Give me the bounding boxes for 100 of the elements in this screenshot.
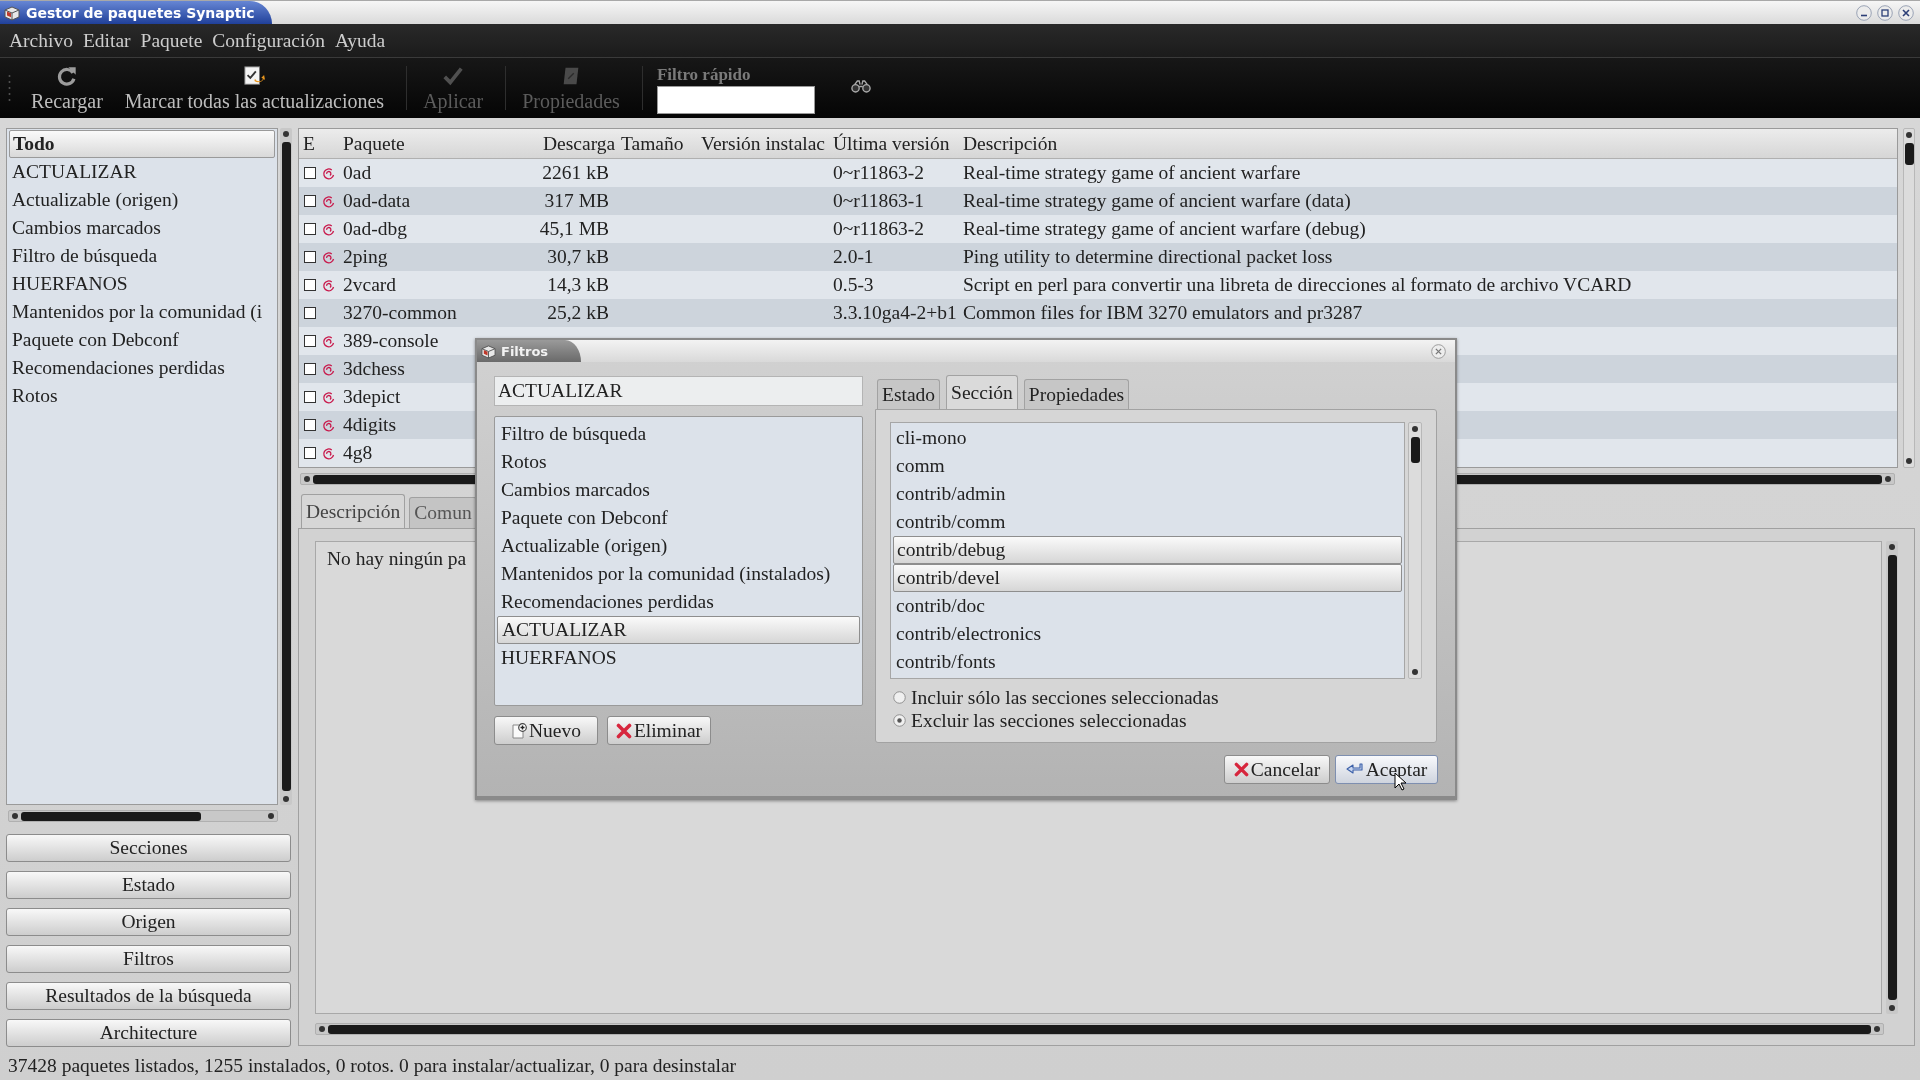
- filter-list-item[interactable]: Mantenidos por la comunidad (instalados): [497, 560, 860, 588]
- filter-list-item[interactable]: ACTUALIZAR: [497, 616, 860, 644]
- table-cell: 0~r11863-1: [833, 190, 925, 212]
- filter-list-item[interactable]: Recomendaciones perdidas: [497, 588, 860, 616]
- filter-list-item[interactable]: Mantenidos por la comunidad (i: [9, 298, 275, 326]
- minimize-icon[interactable]: [1856, 4, 1872, 21]
- filter-list-item[interactable]: Paquete con Debconf: [497, 504, 860, 532]
- checkbox[interactable]: [304, 391, 316, 403]
- menu-item[interactable]: Paquete: [140, 29, 203, 52]
- table-cell: 2ping: [343, 246, 388, 268]
- filter-list-item[interactable]: Todo: [9, 130, 275, 158]
- section-list-item[interactable]: contrib/electronics: [893, 620, 1402, 648]
- table-cell: 0~r11863-2: [833, 162, 925, 184]
- table-cell: 3270-common: [343, 302, 457, 324]
- radio-option[interactable]: Incluir sólo las secciones seleccionadas: [893, 686, 1422, 709]
- vertical-scrollbar[interactable]: [1408, 422, 1422, 679]
- menu-item[interactable]: Archivo: [9, 29, 73, 52]
- view-button[interactable]: Architecture: [6, 1019, 291, 1047]
- menu-item[interactable]: Editar: [82, 29, 131, 52]
- column-header[interactable]: Última versión: [829, 129, 959, 158]
- table-cell: 0~r11863-2: [833, 218, 925, 240]
- checkbox[interactable]: [304, 335, 316, 347]
- horizontal-scrollbar[interactable]: [8, 810, 278, 822]
- tab[interactable]: Comun: [409, 497, 477, 528]
- tab[interactable]: Sección: [946, 375, 1018, 409]
- tab[interactable]: Propiedades: [1023, 379, 1130, 409]
- horizontal-scrollbar[interactable]: [315, 1023, 1884, 1035]
- radio-option[interactable]: Excluir las secciones seleccionadas: [893, 709, 1422, 732]
- table-cell: Real-time strategy game of ancient warfare (data): [963, 190, 1351, 212]
- cross-icon: [1233, 762, 1249, 777]
- checkbox[interactable]: [304, 195, 316, 207]
- cross-icon: [615, 722, 632, 739]
- table-cell: 4g8: [343, 442, 373, 464]
- new-document-icon: [511, 722, 527, 739]
- menu-item[interactable]: Configuración: [212, 29, 325, 52]
- toolbar-button[interactable]: Marcar todas las actualizaciones: [116, 58, 393, 118]
- close-icon[interactable]: [1431, 343, 1446, 359]
- close-icon[interactable]: [1898, 4, 1914, 21]
- view-button[interactable]: Secciones: [6, 834, 291, 862]
- filter-list-item[interactable]: HUERFANOS: [497, 644, 860, 672]
- checkbox[interactable]: [304, 447, 316, 459]
- checkbox[interactable]: [304, 251, 316, 263]
- view-button[interactable]: Filtros: [6, 945, 291, 973]
- filter-list-item[interactable]: HUERFANOS: [9, 270, 275, 298]
- vertical-scrollbar[interactable]: [280, 128, 292, 805]
- filter-list-item[interactable]: Actualizable (origen): [9, 186, 275, 214]
- toolbar-button[interactable]: Recargar: [23, 58, 111, 118]
- tab[interactable]: Descripción: [301, 494, 406, 528]
- checkbox[interactable]: [304, 167, 316, 179]
- column-header[interactable]: Tamaño: [617, 129, 697, 158]
- filter-name-field[interactable]: ACTUALIZAR: [494, 376, 863, 406]
- checkbox[interactable]: [304, 363, 316, 375]
- binoculars-icon[interactable]: [850, 79, 871, 93]
- checkbox[interactable]: [304, 279, 316, 291]
- section-list-item[interactable]: cli-mono: [893, 424, 1402, 452]
- vertical-scrollbar[interactable]: [1886, 541, 1898, 1014]
- section-list-item[interactable]: contrib/comm: [893, 508, 1402, 536]
- table-cell: 4digits: [343, 414, 397, 436]
- checkbox[interactable]: [304, 307, 316, 319]
- column-header[interactable]: Paquete: [339, 129, 539, 158]
- view-button[interactable]: Estado: [6, 871, 291, 899]
- checkbox[interactable]: [304, 419, 316, 431]
- maximize-icon[interactable]: [1877, 4, 1893, 21]
- view-button[interactable]: Resultados de la búsqueda: [6, 982, 291, 1010]
- section-list-item[interactable]: contrib/fonts: [893, 648, 1402, 676]
- dialog-button[interactable]: Eliminar: [607, 716, 711, 745]
- checkbox[interactable]: [304, 223, 316, 235]
- section-list-item[interactable]: contrib/debug: [893, 536, 1402, 564]
- filter-list-item[interactable]: Rotos: [9, 382, 275, 410]
- dialog-button[interactable]: Nuevo: [494, 716, 598, 745]
- quick-filter-field[interactable]: [656, 86, 815, 114]
- table-cell: 45,1 MB: [539, 218, 609, 240]
- column-header[interactable]: Versión instalac: [697, 129, 829, 158]
- section-list-item[interactable]: contrib/admin: [893, 480, 1402, 508]
- filter-list-item[interactable]: Recomendaciones perdidas: [9, 354, 275, 382]
- view-button[interactable]: Origen: [6, 908, 291, 936]
- table-cell: 3.3.10ga4-2+b1: [833, 302, 957, 324]
- filter-list-item[interactable]: Cambios marcados: [9, 214, 275, 242]
- section-list-item[interactable]: comm: [893, 452, 1402, 480]
- filter-list-item[interactable]: Cambios marcados: [497, 476, 860, 504]
- menu-item[interactable]: Ayuda: [334, 29, 386, 52]
- section-list-item[interactable]: contrib/doc: [893, 592, 1402, 620]
- vertical-scrollbar[interactable]: [1903, 128, 1915, 468]
- dialog-button[interactable]: Cancelar: [1224, 755, 1330, 784]
- dialog-button[interactable]: Aceptar: [1335, 755, 1438, 784]
- column-header[interactable]: Descarga: [539, 129, 617, 158]
- tab[interactable]: Estado: [877, 379, 941, 409]
- filter-list-item[interactable]: Filtro de búsqueda: [497, 420, 860, 448]
- grip-icon[interactable]: [8, 73, 11, 103]
- table-cell: 389-console: [343, 330, 439, 352]
- filter-list-item[interactable]: ACTUALIZAR: [9, 158, 275, 186]
- section-list-item[interactable]: contrib/devel: [893, 564, 1402, 592]
- table-cell: Real-time strategy game of ancient warfare (debug): [963, 218, 1366, 240]
- column-header[interactable]: Descripción: [959, 129, 1897, 158]
- filter-list-item[interactable]: Filtro de búsqueda: [9, 242, 275, 270]
- filter-list-item[interactable]: Actualizable (origen): [497, 532, 860, 560]
- filter-list-item[interactable]: Paquete con Debconf: [9, 326, 275, 354]
- filter-list-item[interactable]: Rotos: [497, 448, 860, 476]
- table-cell: 14,3 kB: [547, 274, 609, 296]
- column-header[interactable]: E: [299, 129, 339, 158]
